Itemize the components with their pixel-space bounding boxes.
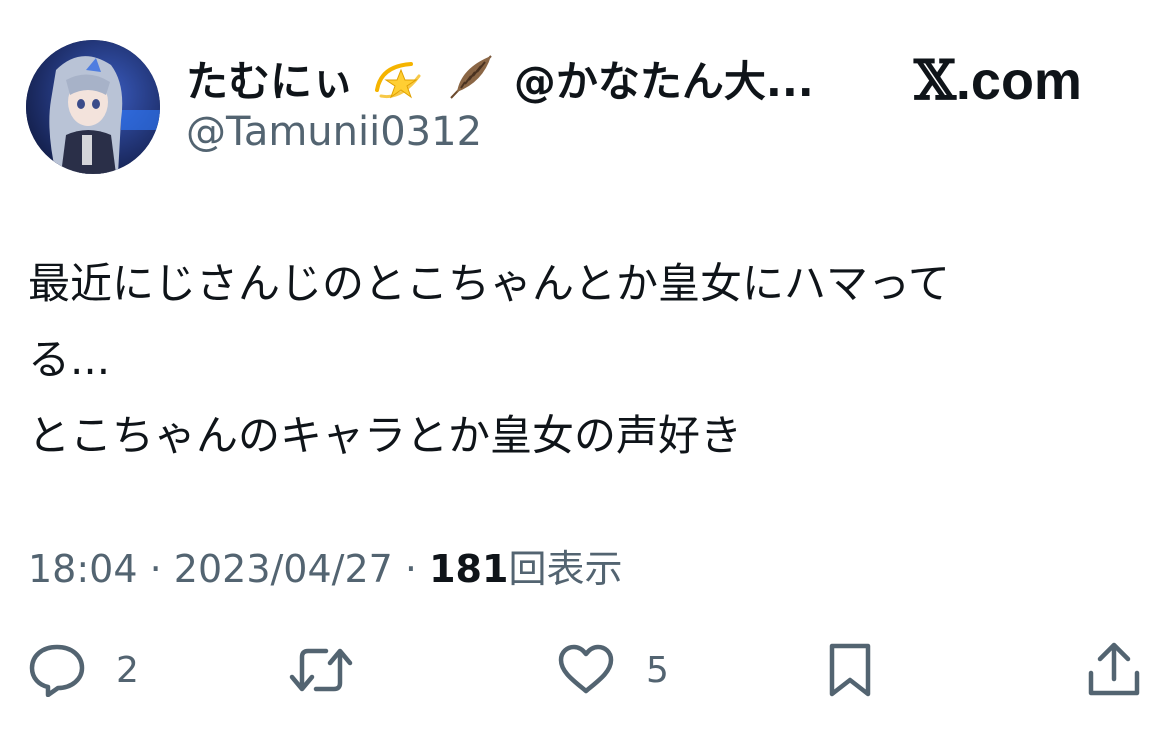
views-count: 181: [429, 547, 509, 591]
avatar[interactable]: [26, 40, 160, 174]
like-button[interactable]: 5: [556, 640, 669, 700]
tweet-meta: 18:04 · 2023/04/27 · 181回表示: [28, 546, 622, 592]
share-icon: [1086, 641, 1142, 699]
heart-icon: [556, 643, 616, 697]
reply-count: 2: [116, 649, 139, 691]
views-label: 回表示: [508, 547, 623, 591]
share-button[interactable]: [1086, 640, 1142, 700]
display-name[interactable]: たむにぃ @かなたん大...: [186, 52, 814, 113]
user-handle[interactable]: @Tamunii0312: [186, 108, 482, 156]
tweet-date[interactable]: 2023/04/27: [174, 547, 393, 591]
reply-button[interactable]: 2: [28, 640, 139, 700]
display-name-suffix: @かなたん大...: [513, 57, 814, 106]
dizzy-star-icon: [371, 56, 425, 113]
like-count: 5: [646, 649, 669, 691]
display-name-text: たむにぃ: [186, 57, 355, 106]
reply-icon: [28, 643, 86, 697]
meta-separator: ·: [404, 547, 418, 591]
bookmark-icon: [826, 642, 874, 698]
retweet-icon: [288, 643, 354, 697]
x-logo-text: .com: [955, 51, 1082, 111]
retweet-button[interactable]: [288, 640, 384, 700]
meta-separator: ·: [149, 547, 162, 591]
tweet-time[interactable]: 18:04: [28, 547, 138, 591]
bookmark-button[interactable]: [826, 640, 874, 700]
x-logo-mark: 𝕏: [914, 48, 956, 112]
tweet-text: 最近にじさんじのとこちゃんとか皇女にハマって る... とこちゃんのキャラとか皇…: [28, 259, 950, 460]
feather-icon: [443, 52, 497, 113]
x-logo: 𝕏.com: [914, 52, 1082, 109]
